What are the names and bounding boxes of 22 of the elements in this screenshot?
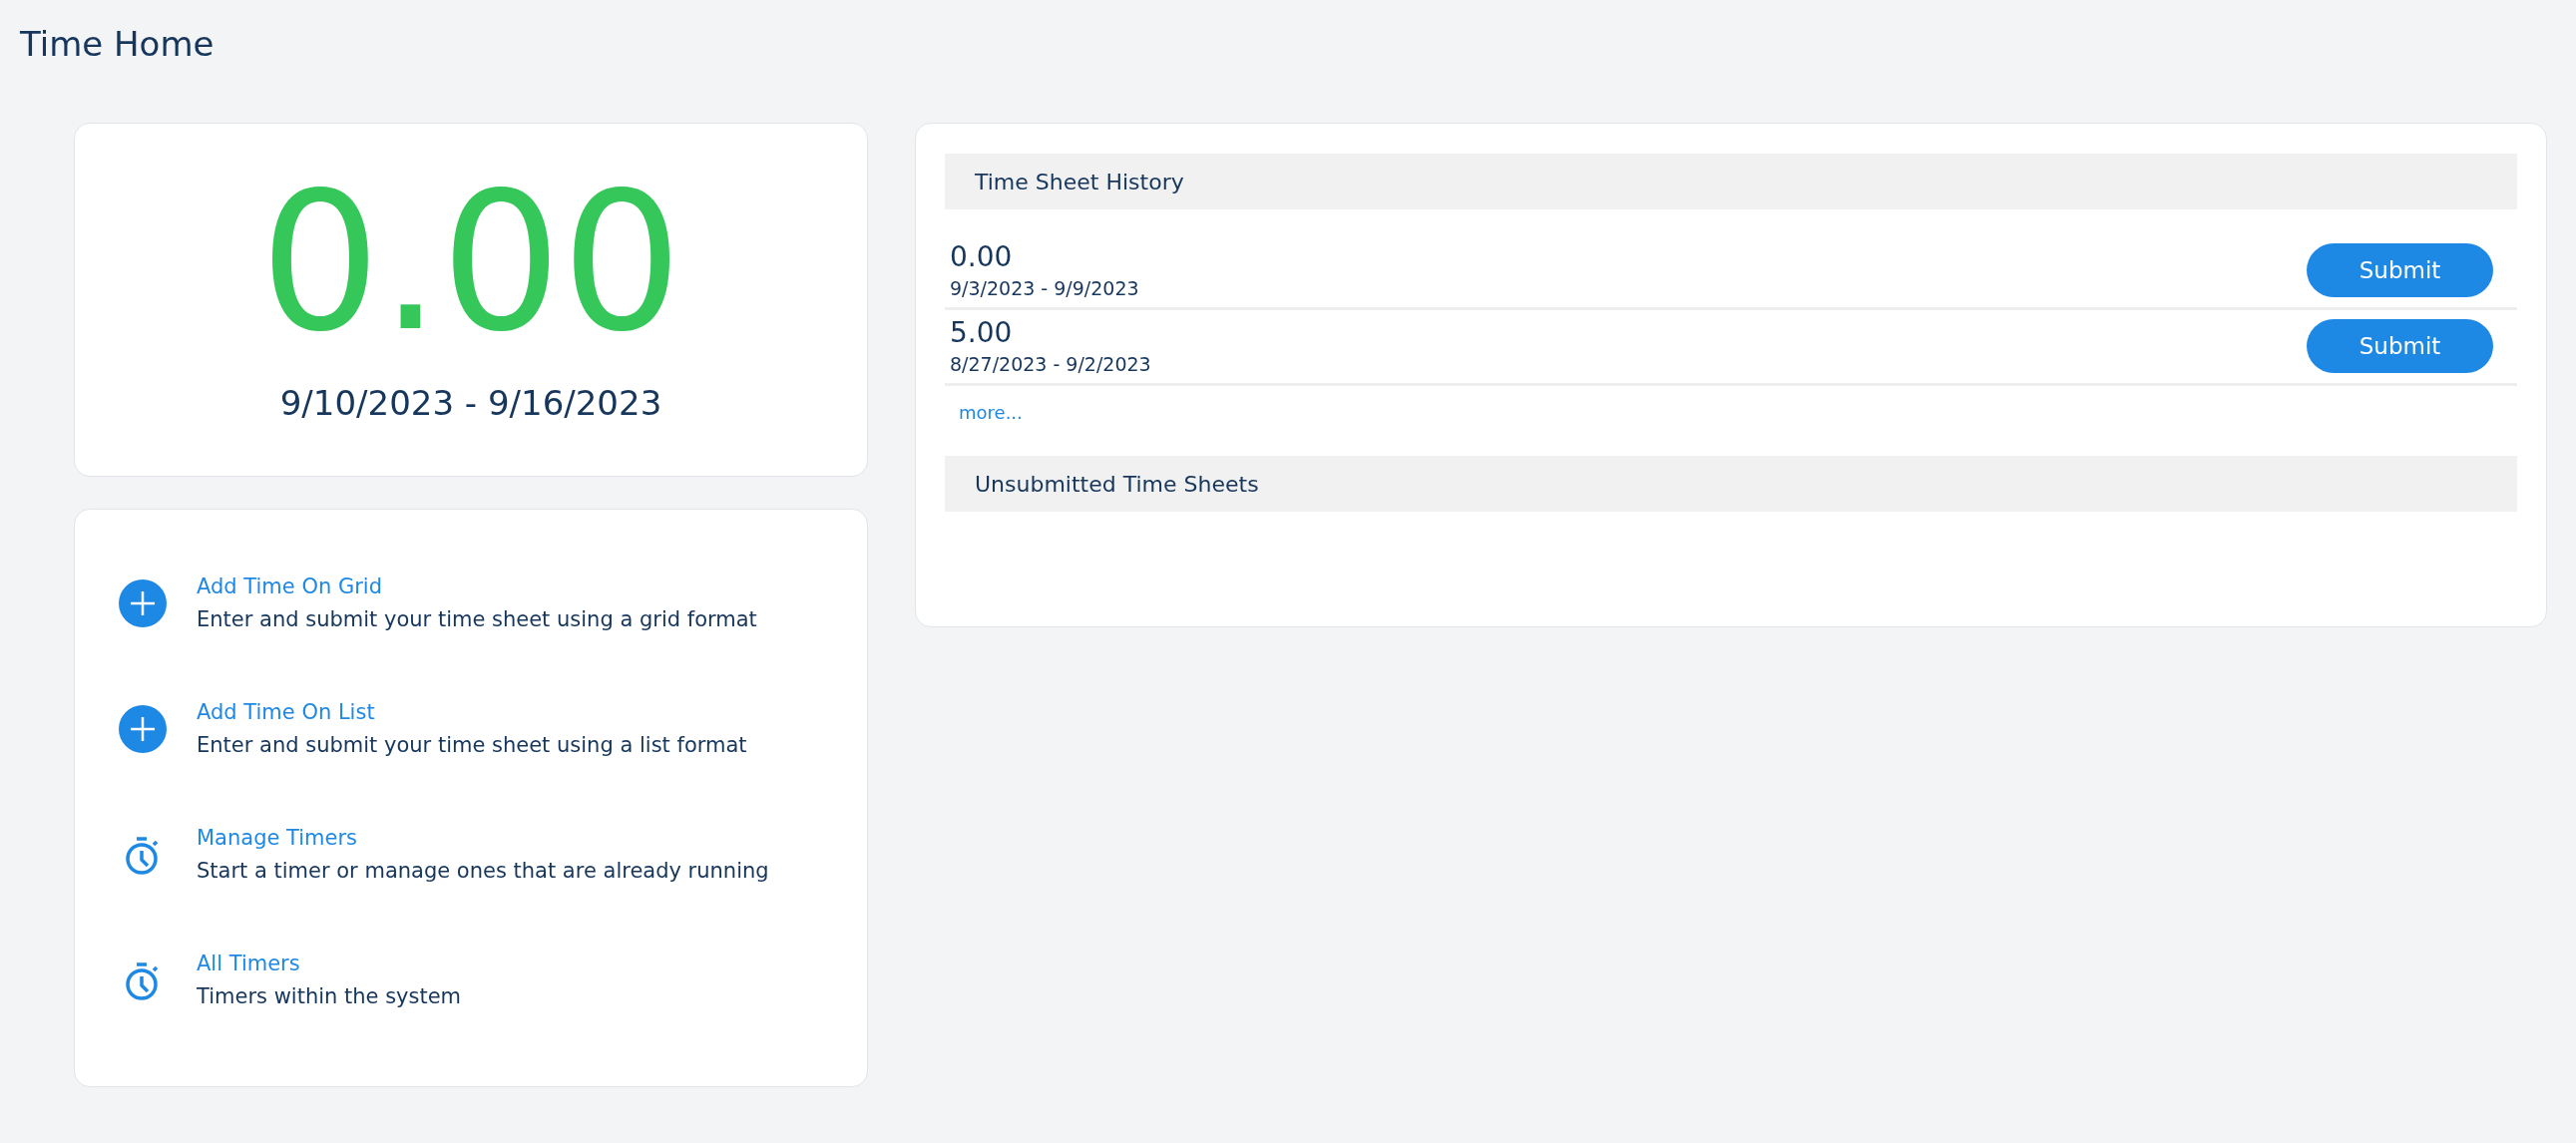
total-hours: 0.00: [259, 164, 682, 363]
action-link[interactable]: Manage Timers: [197, 823, 769, 853]
page-title: Time Home: [20, 23, 215, 66]
section-header: Unsubmitted Time Sheets: [945, 456, 2517, 512]
action-link[interactable]: Add Time On List: [197, 697, 747, 727]
action-description: Start a timer or manage ones that are already running: [197, 858, 769, 885]
timesheet-hours: 5.00: [950, 315, 1014, 351]
section-header: Time Sheet History: [945, 154, 2517, 209]
plus-circle-icon[interactable]: [119, 705, 167, 753]
action-description: Timers within the system: [197, 983, 462, 1010]
more-link[interactable]: more...: [959, 402, 1023, 423]
submit-button[interactable]: Submit: [2307, 319, 2493, 373]
submit-button[interactable]: Submit: [2307, 243, 2493, 297]
current-period: 9/10/2023 - 9/16/2023: [279, 383, 662, 423]
action-link[interactable]: All Timers: [197, 949, 462, 978]
timesheet-period: 8/27/2023 - 9/2/2023: [950, 352, 1151, 377]
action-description: Enter and submit your time sheet using a list format: [197, 732, 747, 759]
plus-circle-icon[interactable]: [119, 579, 167, 627]
timesheet-hours: 0.00: [950, 239, 1014, 275]
action-link[interactable]: Add Time On Grid: [197, 572, 757, 601]
action-description: Enter and submit your time sheet using a grid format: [197, 606, 757, 633]
timesheet-period: 9/3/2023 - 9/9/2023: [950, 276, 1139, 301]
